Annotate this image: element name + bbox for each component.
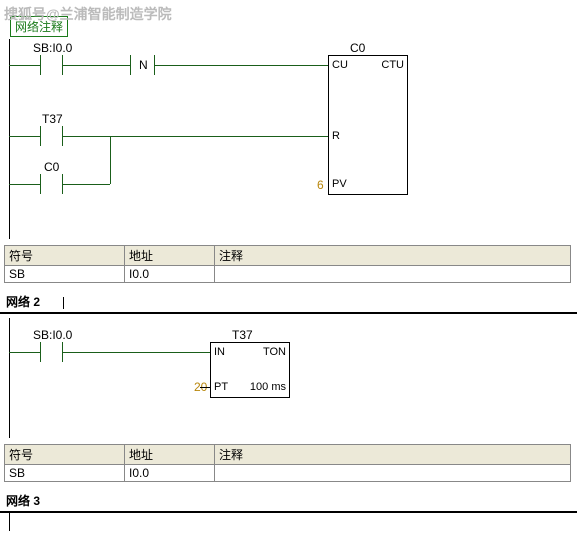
ton-timebase: 100 ms — [250, 381, 286, 393]
ton-in-label: IN — [214, 346, 225, 358]
network1-comment-label: 网络注释 — [10, 16, 68, 37]
wire-join — [110, 136, 111, 184]
contact-t37-label: T37 — [42, 112, 63, 126]
wire — [9, 352, 40, 353]
ton-title: T37 — [232, 328, 253, 342]
wire — [62, 136, 328, 137]
ctu-pv-value: 6 — [317, 178, 324, 192]
contact-sb-label-2: SB:I0.0 — [33, 328, 72, 342]
wire — [62, 184, 110, 185]
symbol-table-2: 符号 地址 注释 SB I0.0 — [4, 444, 571, 482]
td-address: I0.0 — [125, 266, 215, 283]
ctu-pv-label: PV — [332, 178, 347, 190]
th-address: 地址 — [125, 246, 215, 266]
ton-type-label: TON — [263, 346, 286, 358]
wire — [9, 136, 40, 137]
td-symbol: SB — [5, 465, 125, 482]
symbol-table-1: 符号 地址 注释 SB I0.0 — [4, 245, 571, 283]
th-symbol: 符号 — [5, 246, 125, 266]
network2-title: 网络 2 — [6, 295, 40, 309]
wire — [9, 65, 40, 66]
network2-header: 网络 2 — [0, 289, 577, 314]
td-symbol: SB — [5, 266, 125, 283]
network3-title: 网络 3 — [6, 494, 40, 508]
contact-sb-label: SB:I0.0 — [33, 41, 72, 55]
contact-c0-label: C0 — [44, 160, 59, 174]
th-address: 地址 — [125, 445, 215, 465]
ctu-title: C0 — [350, 41, 365, 55]
contact-c0-left — [40, 174, 41, 194]
left-rail — [9, 39, 10, 239]
ctu-type-label: CTU — [381, 59, 404, 71]
ctu-cu-label: CU — [332, 59, 348, 71]
td-comment — [215, 266, 571, 283]
td-address: I0.0 — [125, 465, 215, 482]
text-cursor — [63, 297, 64, 309]
wire — [154, 65, 328, 66]
wire — [62, 65, 130, 66]
left-rail — [9, 318, 10, 438]
ton-pt-label: PT — [214, 381, 228, 393]
pulse-n-label: N — [139, 58, 148, 72]
th-symbol: 符号 — [5, 445, 125, 465]
network1-rung: SB:I0.0 N C0 CU CTU R PV 6 T37 C0 — [0, 39, 577, 239]
contact-sb2-left — [40, 342, 41, 362]
network3-header: 网络 3 — [0, 488, 577, 513]
wire — [62, 352, 210, 353]
ctu-r-label: R — [332, 130, 340, 142]
network2-rung: SB:I0.0 T37 IN TON PT 100 ms 20 — [0, 318, 577, 438]
left-rail — [9, 513, 10, 531]
ctu-box: CU CTU R PV — [328, 55, 408, 195]
ton-box: IN TON PT 100 ms — [210, 342, 290, 398]
pt-wire — [200, 387, 210, 388]
network3-rung — [0, 513, 577, 531]
th-comment: 注释 — [215, 246, 571, 266]
wire — [9, 184, 40, 185]
td-comment — [215, 465, 571, 482]
contact-sb-left — [40, 55, 41, 75]
th-comment: 注释 — [215, 445, 571, 465]
pulse-n-left — [130, 55, 131, 75]
contact-t37-left — [40, 126, 41, 146]
